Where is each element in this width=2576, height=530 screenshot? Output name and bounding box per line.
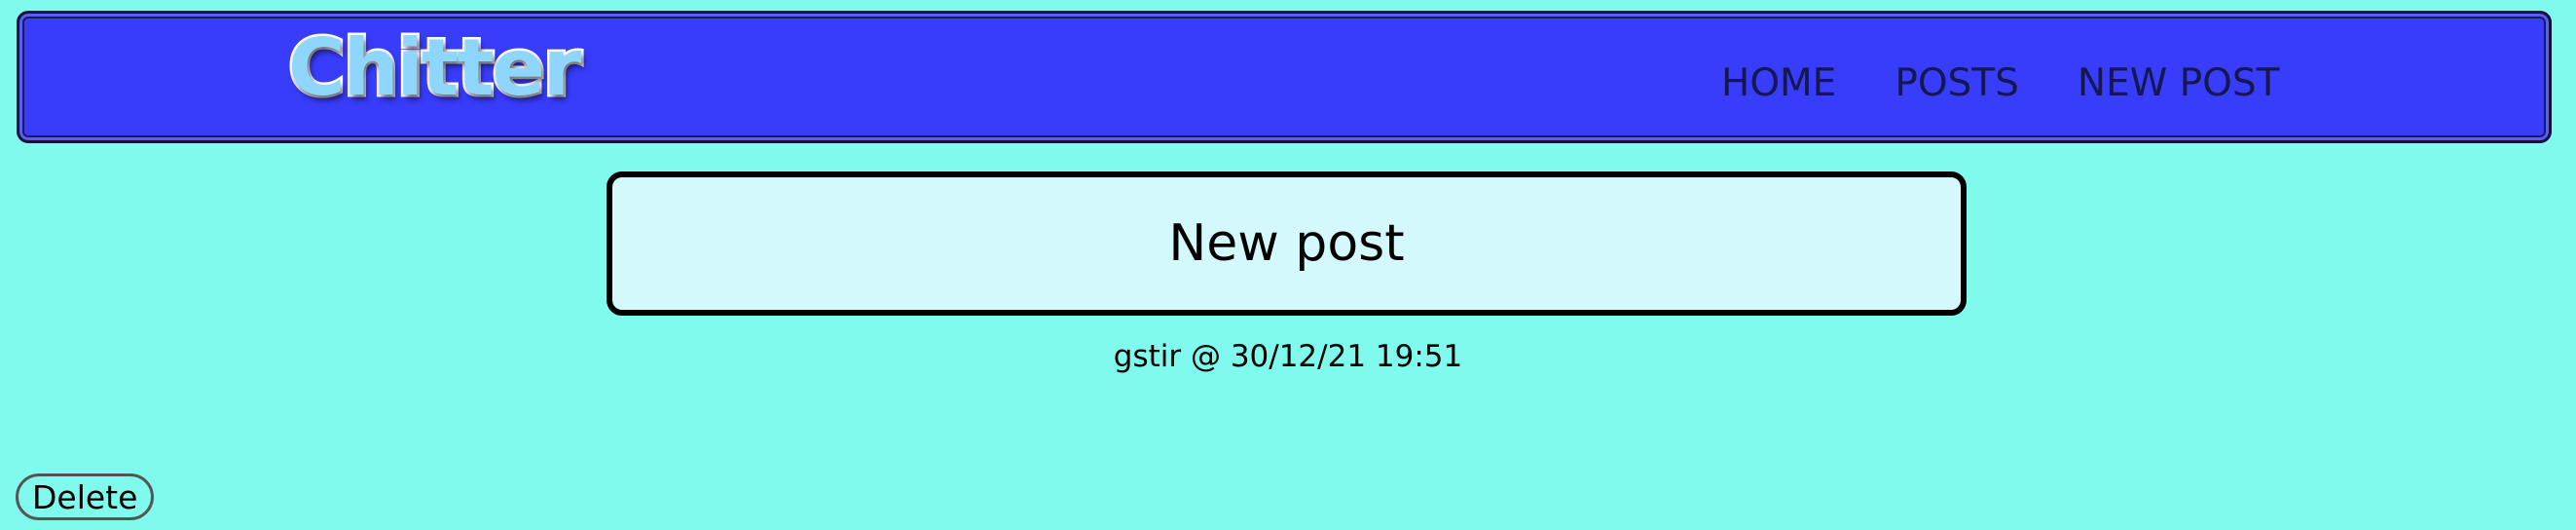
site-logo[interactable]: Chitter <box>285 26 583 109</box>
nav-link-new-post[interactable]: NEW POST <box>2078 64 2280 102</box>
nav-link-posts[interactable]: POSTS <box>1895 64 2019 102</box>
nav-link-home[interactable]: HOME <box>1721 64 1836 102</box>
post-meta: gstir @ 30/12/21 19:51 <box>1113 339 1463 374</box>
navbar: Chitter HOME POSTS NEW POST <box>17 11 2552 143</box>
post-title-box: New post <box>607 171 1967 316</box>
nav-links: HOME POSTS NEW POST <box>1721 64 2337 102</box>
post-title: New post <box>1168 214 1405 273</box>
delete-button[interactable]: Delete <box>16 473 155 520</box>
